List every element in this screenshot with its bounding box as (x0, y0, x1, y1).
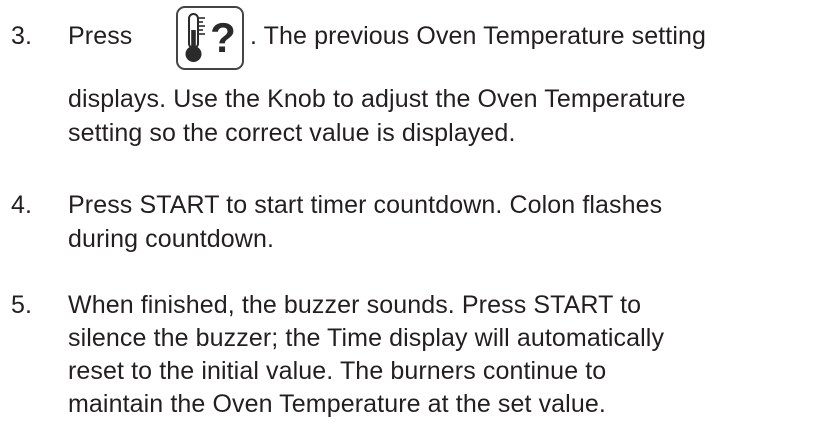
step-5-text-line-4: maintain the Oven Temperature at the set… (68, 390, 606, 418)
step-3-text-line-3: setting so the correct value is displaye… (68, 119, 516, 147)
step-number: 4. (11, 191, 33, 219)
step-5-text-line-2: silence the buzzer; the Time display wil… (68, 324, 665, 352)
step-5-text-line-1: When finished, the buzzer sounds. Press … (68, 291, 642, 319)
step-5-text-line-3: reset to the initial value. The burners … (68, 357, 607, 385)
svg-text:?: ? (210, 14, 236, 61)
oven-temperature-button[interactable]: ? (176, 6, 244, 70)
step-4-text-line-1: Press START to start timer countdown. Co… (68, 191, 663, 219)
step-4-text-line-2: during countdown. (68, 225, 275, 253)
instruction-steps: 3. Press ? . The previous Oven Temperatu… (0, 0, 816, 425)
press-label: Press (68, 22, 133, 50)
thermometer-question-icon: ? (185, 13, 236, 62)
step-3-text-line-2: displays. Use the Knob to adjust the Ove… (68, 85, 686, 113)
step-number: 3. (11, 22, 33, 50)
step-3-text-line-1: . The previous Oven Temperature setting (250, 22, 706, 50)
step-number: 5. (11, 291, 33, 319)
